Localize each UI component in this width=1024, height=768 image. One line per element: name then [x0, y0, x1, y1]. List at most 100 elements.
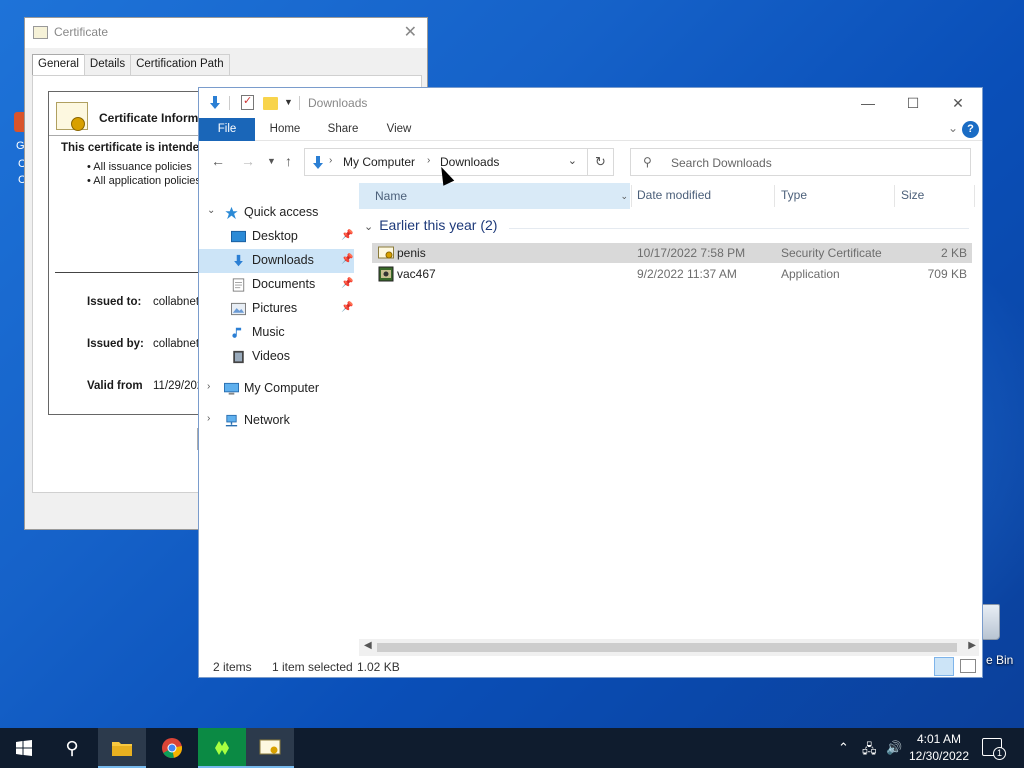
chevron-right-icon[interactable]: › [207, 381, 210, 392]
chevron-up-icon[interactable]: ⌃ [838, 740, 849, 756]
taskbar-file-explorer[interactable] [98, 728, 146, 768]
sidebar-item-pictures[interactable]: Pictures 📌 [199, 297, 354, 321]
ribbon-tab-view[interactable]: View [381, 118, 417, 141]
forward-arrow-icon[interactable]: → [241, 153, 255, 169]
sidebar-item-music[interactable]: Music [199, 321, 354, 345]
close-icon[interactable]: ✕ [404, 22, 417, 42]
list-item[interactable]: vac467 9/2/2022 11:37 AM Application 709… [372, 264, 972, 284]
ribbon-tab-share[interactable]: Share [323, 118, 363, 141]
column-header-type[interactable]: Type [781, 188, 807, 206]
system-clock[interactable]: 4:01 AM 12/30/2022 [904, 731, 974, 765]
horizontal-scrollbar[interactable]: ◀ ▶ [359, 639, 979, 656]
file-date: 10/17/2022 7:58 PM [637, 246, 746, 260]
chevron-right-icon[interactable]: › [207, 413, 210, 424]
list-item[interactable]: penis 10/17/2022 7:58 PM Security Certif… [372, 243, 972, 263]
chevron-down-icon[interactable]: ⌄ [948, 121, 958, 135]
large-icons-view-icon[interactable] [960, 659, 976, 673]
sidebar-item-desktop[interactable]: Desktop 📌 [199, 225, 354, 249]
column-headers: Name ⌄ Date modified Type Size [359, 183, 979, 209]
sidebar-item-label: Quick access [244, 205, 319, 219]
tab-details[interactable]: Details [83, 54, 132, 76]
properties-icon[interactable] [241, 94, 254, 110]
sidebar-item-my-computer[interactable]: › My Computer [199, 377, 354, 401]
refresh-button[interactable]: ↻ [588, 148, 614, 176]
explorer-titlebar[interactable]: ▼ Downloads — ☐ ✕ [199, 88, 982, 118]
sidebar-item-videos[interactable]: Videos [199, 345, 354, 369]
purpose-bullet: • All application policies [87, 175, 201, 187]
taskbar-kaspersky[interactable] [198, 728, 246, 768]
navigation-bar: ← → ▼ ↑ › My Computer › Downloads ⌄ ↻ ⚲ … [199, 141, 982, 183]
recent-locations-chevron-icon[interactable]: ▼ [267, 156, 276, 166]
search-input[interactable]: Search Downloads [671, 156, 772, 170]
pin-icon[interactable]: 📌 [341, 254, 353, 265]
network-tray-icon[interactable]: 🖧 [862, 740, 877, 762]
sidebar-item-label: Videos [252, 349, 290, 363]
pin-icon[interactable]: 📌 [341, 302, 353, 313]
scroll-left-icon[interactable]: ◀ [364, 640, 372, 651]
search-box[interactable]: ⚲ Search Downloads [630, 148, 971, 176]
chevron-down-icon[interactable]: ▼ [284, 97, 293, 107]
file-size: 2 KB [940, 246, 967, 260]
pictures-icon [231, 302, 246, 316]
file-name: penis [397, 246, 426, 260]
sidebar-item-documents[interactable]: Documents 📌 [199, 273, 354, 297]
pin-icon[interactable]: 📌 [341, 278, 353, 289]
taskbar: ⚲ ⌃ 🖧 🔊 4:01 AM 12/30/2022 1 [0, 728, 1024, 768]
file-size: 709 KB [927, 267, 967, 281]
ribbon-tab-home[interactable]: Home [265, 118, 305, 141]
file-name: vac467 [397, 267, 436, 281]
sidebar-item-downloads[interactable]: Downloads 📌 [199, 249, 354, 273]
navigation-pane: ⌄ Quick access Desktop 📌 Downloads 📌 Doc… [199, 191, 357, 651]
sidebar-item-label: Music [252, 325, 285, 339]
breadcrumb-downloads[interactable]: Downloads [440, 155, 499, 169]
column-header-name[interactable]: Name ⌄ [359, 183, 630, 209]
maximize-button[interactable]: ☐ [891, 91, 935, 115]
certificate-icon [33, 26, 48, 39]
desktop-icon [231, 230, 246, 243]
back-arrow-icon[interactable]: ← [211, 153, 225, 169]
breadcrumb-separator-icon[interactable]: › [427, 155, 430, 166]
taskbar-certificate[interactable] [246, 728, 294, 768]
taskbar-chrome[interactable] [148, 728, 196, 768]
group-header[interactable]: ⌄ Earlier this year (2) [364, 217, 497, 233]
chevron-down-icon[interactable]: ⌄ [207, 205, 215, 216]
recycle-bin-icon [980, 604, 1000, 640]
column-header-date[interactable]: Date modified [637, 188, 711, 206]
sidebar-item-quick-access[interactable]: ⌄ Quick access [199, 201, 354, 225]
scrollbar-thumb[interactable] [377, 643, 957, 652]
certificate-icon [259, 739, 281, 755]
file-type: Application [781, 267, 840, 281]
star-icon [225, 206, 238, 220]
up-arrow-icon[interactable]: ↑ [285, 153, 292, 169]
new-folder-icon[interactable] [263, 97, 278, 110]
chevron-down-icon[interactable]: ⌄ [568, 154, 577, 167]
column-header-size[interactable]: Size [901, 188, 924, 206]
tab-general[interactable]: General [32, 54, 85, 76]
certificate-heading: Certificate Inform [99, 111, 199, 125]
minimize-button[interactable]: — [846, 91, 890, 115]
selection-size: 1.02 KB [357, 660, 400, 674]
scroll-right-icon[interactable]: ▶ [968, 640, 976, 651]
download-icon [313, 156, 323, 169]
breadcrumb-my-computer[interactable]: My Computer [343, 155, 415, 169]
sidebar-item-network[interactable]: › Network [199, 409, 354, 433]
certificate-titlebar[interactable]: Certificate ✕ [25, 18, 427, 48]
breadcrumb-separator-icon[interactable]: › [329, 155, 332, 166]
status-bar: 2 items 1 item selected 1.02 KB [199, 655, 982, 677]
pin-icon[interactable]: 📌 [341, 230, 353, 241]
chevron-down-icon[interactable]: ⌄ [364, 221, 373, 233]
search-button[interactable]: ⚲ [48, 728, 96, 768]
issued-by-value: collabnet. [153, 338, 203, 350]
notifications-icon[interactable]: 1 [982, 738, 1006, 760]
ribbon-tab-file[interactable]: File [199, 118, 255, 141]
close-button[interactable]: ✕ [936, 91, 980, 115]
tab-certification-path[interactable]: Certification Path [130, 54, 230, 76]
help-button[interactable]: ? [962, 121, 979, 138]
valid-from-label: Valid from [87, 380, 143, 392]
volume-icon[interactable]: 🔊 [886, 740, 902, 756]
application-file-icon [378, 266, 394, 282]
start-button[interactable] [0, 728, 48, 768]
chevron-down-icon[interactable]: ⌄ [620, 183, 628, 209]
details-view-icon[interactable] [934, 657, 954, 676]
notification-count-badge: 1 [993, 747, 1006, 760]
